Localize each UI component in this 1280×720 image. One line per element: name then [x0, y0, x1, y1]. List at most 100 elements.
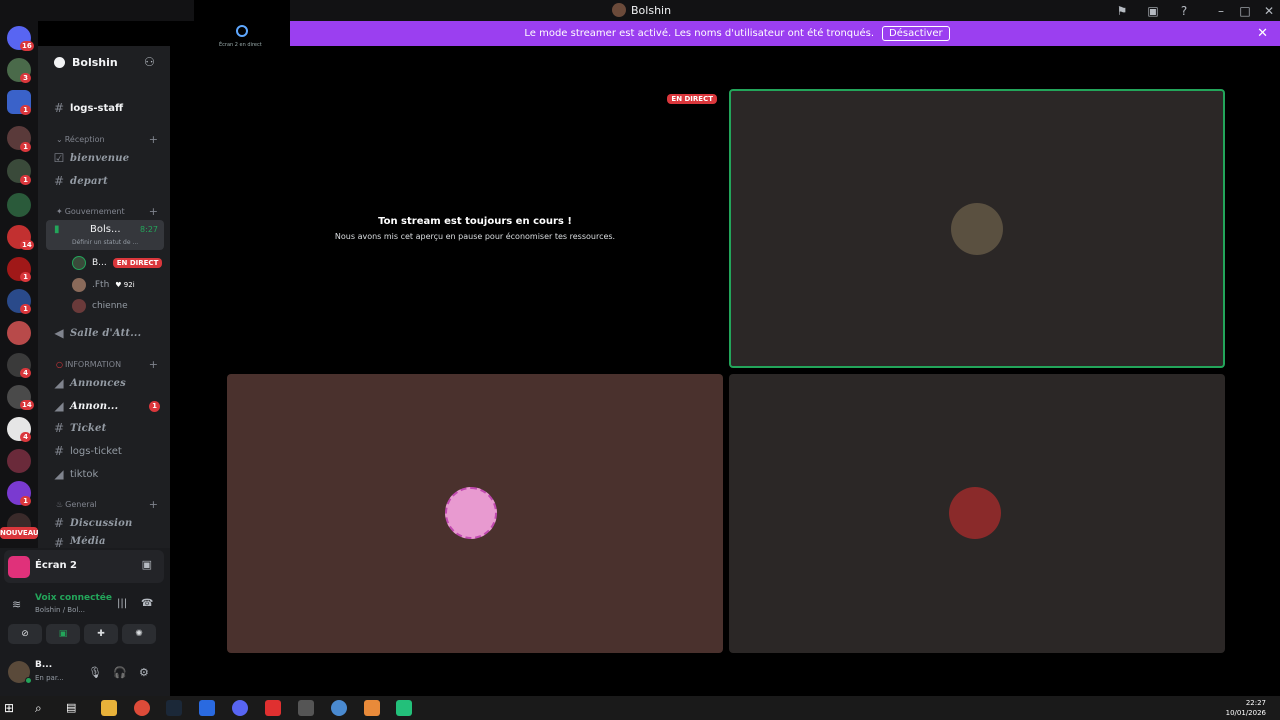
channel-label: Discussion: [70, 517, 133, 529]
invite-icon[interactable]: ⚇: [144, 55, 155, 69]
task-view-icon[interactable]: ▤: [66, 700, 82, 716]
category-icon: ✦: [56, 206, 63, 216]
guild-badge: 1: [20, 175, 31, 185]
voice-user-name: chienne: [92, 301, 128, 311]
add-channel-icon[interactable]: +: [149, 498, 158, 511]
system-clock[interactable]: 22:27 10/01/2026: [1226, 698, 1266, 718]
settings-gear-icon[interactable]: ⚙: [139, 666, 149, 679]
channel-media[interactable]: # Média: [44, 536, 166, 548]
add-channel-icon[interactable]: +: [149, 205, 158, 218]
server-icon[interactable]: [7, 449, 31, 473]
help-icon[interactable]: ?: [1177, 4, 1191, 18]
channel-discussion[interactable]: # Discussion: [44, 513, 166, 533]
category-label: Gouvernement: [64, 206, 125, 216]
signal-icon[interactable]: ≋: [12, 598, 21, 611]
channel-annonces[interactable]: ◢ Annonces: [44, 373, 166, 393]
category-label: General: [65, 499, 97, 509]
app-icon[interactable]: [298, 700, 314, 716]
disable-streamer-mode-button[interactable]: Désactiver: [882, 26, 950, 41]
participant-tile-speaking[interactable]: [729, 89, 1225, 368]
voice-user-2[interactable]: .Fth ♥ 92i: [72, 276, 135, 294]
soundboard-button[interactable]: ✺: [122, 624, 156, 644]
category-icon: ♨: [56, 499, 64, 509]
channel-annon2[interactable]: ◢ Annon...: [44, 396, 166, 416]
hash-icon: #: [53, 174, 65, 188]
user-name[interactable]: B...: [35, 660, 52, 670]
close-window-icon[interactable]: ✕: [1262, 4, 1276, 18]
minimize-icon[interactable]: –: [1214, 4, 1228, 18]
inbox-icon[interactable]: ▣: [1146, 4, 1160, 18]
channel-label: Annonces: [70, 377, 126, 389]
server-list: 16 3 1 1 1 14 1 1 4 14 4 1: [0, 21, 38, 548]
file-explorer-icon[interactable]: [101, 700, 117, 716]
chrome-icon[interactable]: [134, 700, 150, 716]
app-icon[interactable]: [331, 700, 347, 716]
voice-user-1[interactable]: B... EN DIRECT: [72, 254, 163, 272]
megaphone-icon: ◢: [54, 376, 64, 390]
voice-user-name: .Fth: [92, 280, 110, 290]
channel-bienvenue[interactable]: ☑ bienvenue: [44, 148, 166, 168]
guild-badge: 1: [20, 496, 31, 506]
avatar: [72, 256, 86, 270]
voice-status[interactable]: Définir un statut de ...: [72, 239, 138, 246]
online-status-icon: [25, 677, 32, 684]
activities-button[interactable]: ✚: [84, 624, 118, 644]
search-icon[interactable]: ⌕: [35, 700, 51, 716]
hash-icon: #: [53, 421, 65, 435]
user-bar: B... En par... 🎙 🎧 ⚙: [4, 654, 164, 690]
stream-paused-tile[interactable]: EN DIRECT Ton stream est toujours en cou…: [227, 88, 723, 368]
channel-tiktok[interactable]: ◢ tiktok: [44, 464, 166, 484]
avatar: [72, 278, 86, 292]
stop-stream-icon[interactable]: ▣: [142, 558, 152, 571]
stream-preview-thumbnail[interactable]: Écran 2 en direct: [194, 0, 290, 48]
noise-suppression-icon[interactable]: |||: [117, 598, 127, 609]
channel-logs-ticket[interactable]: # logs-ticket: [44, 441, 166, 461]
steam-icon[interactable]: [166, 700, 182, 716]
app-icon[interactable]: [396, 700, 412, 716]
user-status: En par...: [35, 674, 64, 682]
microphone-icon[interactable]: 🎙: [88, 666, 102, 679]
screen-share-card[interactable]: Écran 2 ▣: [4, 550, 164, 583]
camera-off-button[interactable]: ⊘: [8, 624, 42, 644]
voice-channel-current[interactable]: ▮ Bols... 8:27 Définir un statut de ...: [46, 220, 164, 250]
windows-start-icon[interactable]: ⊞: [4, 700, 20, 716]
voice-user-3[interactable]: chienne: [72, 297, 128, 315]
app-icon[interactable]: [265, 700, 281, 716]
app-icon[interactable]: [364, 700, 380, 716]
category-information[interactable]: ○ INFORMATION +: [44, 357, 166, 371]
user-extra-text: 92i: [123, 281, 135, 289]
disconnect-icon[interactable]: ☎: [141, 598, 153, 609]
new-badge: NOUVEAU: [0, 527, 39, 539]
add-channel-icon[interactable]: +: [149, 358, 158, 371]
discord-icon[interactable]: [232, 700, 248, 716]
server-header[interactable]: Bolshin ⚇: [38, 46, 170, 80]
maximize-icon[interactable]: □: [1238, 4, 1252, 18]
channel-ticket[interactable]: # Ticket: [44, 418, 166, 438]
add-channel-icon[interactable]: +: [149, 133, 158, 146]
server-icon[interactable]: [7, 193, 31, 217]
participant-tile[interactable]: [227, 374, 723, 653]
guild-badge: 16: [20, 41, 34, 51]
category-gouvernement[interactable]: ✦ Gouvernement +: [44, 204, 166, 218]
participant-tile[interactable]: [729, 374, 1225, 653]
close-banner-icon[interactable]: ✕: [1257, 26, 1268, 41]
flag-icon[interactable]: ⚑: [1115, 4, 1129, 18]
voice-connected-label[interactable]: Voix connectée: [35, 593, 112, 603]
hash-icon: #: [53, 444, 65, 458]
headphones-icon[interactable]: 🎧: [113, 666, 127, 679]
guild-badge: 14: [20, 400, 34, 410]
clock-time: 22:27: [1245, 699, 1266, 707]
screen-share-button[interactable]: ▣: [46, 624, 80, 644]
channel-logs-staff[interactable]: # logs-staff: [44, 98, 166, 118]
category-reception[interactable]: ⌄ Réception +: [44, 132, 166, 146]
channel-label: Ticket: [70, 422, 107, 434]
channel-depart[interactable]: # depart: [44, 171, 166, 191]
category-general[interactable]: ♨ General +: [44, 497, 166, 511]
paused-title: Ton stream est toujours en cours !: [378, 216, 572, 227]
clock-date: 10/01/2026: [1225, 709, 1266, 717]
channel-salle[interactable]: ◀ Salle d'Att...: [44, 323, 166, 343]
screen-share-label: Écran 2: [35, 560, 77, 571]
app-icon[interactable]: [199, 700, 215, 716]
voice-channel-label: Bols...: [90, 224, 121, 235]
server-icon[interactable]: [7, 321, 31, 345]
